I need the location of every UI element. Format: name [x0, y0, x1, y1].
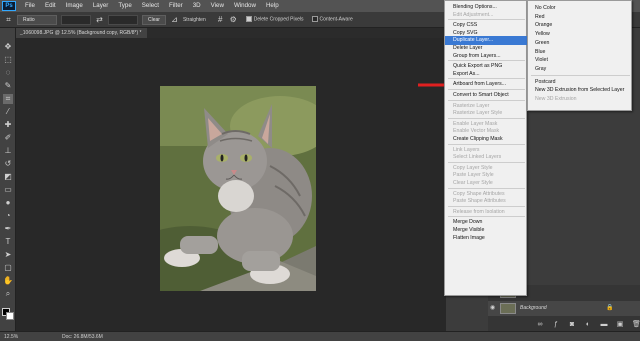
- photoshop-logo-icon: Ps: [2, 1, 16, 11]
- menu-separator: [448, 19, 525, 21]
- content-aware-checkbox[interactable]: [311, 16, 318, 23]
- move-tool-icon[interactable]: ✥: [3, 42, 13, 52]
- menu-separator: [448, 117, 525, 119]
- menu-filter[interactable]: Filter: [164, 0, 188, 12]
- mask-icon[interactable]: ◙: [568, 321, 576, 328]
- submenu-item-postcard[interactable]: Postcard: [528, 78, 633, 87]
- layer-row-background[interactable]: ◉ Background 🔒: [488, 301, 640, 316]
- menu-separator: [448, 161, 525, 163]
- cat-photo-drawing: [160, 86, 316, 291]
- menu-separator: [448, 143, 525, 145]
- ratio-width-input[interactable]: [61, 14, 91, 25]
- status-bar: 12.5% Doc: 26.8M/53.6M: [0, 331, 640, 341]
- gradient-tool-icon[interactable]: ▭: [3, 185, 13, 195]
- menu-image[interactable]: Image: [61, 0, 88, 12]
- adjustment-icon[interactable]: ◐: [584, 321, 592, 328]
- submenu-separator: [531, 74, 630, 76]
- zoom-tool-icon[interactable]: ⌕: [3, 289, 13, 299]
- submenu-item-red[interactable]: Red: [528, 13, 633, 22]
- layer-name: Background: [520, 305, 547, 311]
- submenu-item-no-color[interactable]: No Color: [528, 4, 633, 13]
- layer-thumbnail: [500, 303, 516, 314]
- clear-button[interactable]: Clear: [142, 14, 166, 25]
- document-tab-bar: _1060098.JPG @ 12.5% (Background copy, R…: [16, 28, 446, 38]
- crop-tool-icon[interactable]: ⌗: [3, 94, 13, 104]
- menu-separator: [448, 99, 525, 101]
- type-tool-icon[interactable]: T: [3, 237, 13, 247]
- submenu-item-green[interactable]: Green: [528, 39, 633, 48]
- rectangle-tool-icon[interactable]: ▢: [3, 263, 13, 273]
- trash-icon[interactable]: 🗑: [632, 320, 640, 328]
- quick-select-tool-icon[interactable]: ✎: [3, 81, 13, 91]
- marquee-tool-icon[interactable]: ⬚: [3, 55, 13, 65]
- menu-help[interactable]: Help: [261, 0, 284, 12]
- clone-stamp-tool-icon[interactable]: ⊥: [3, 146, 13, 156]
- menu-separator: [448, 89, 525, 90]
- tools-panel: ✥ ⬚ ◌ ✎ ⌗ ⁄ ✚ ✐ ⊥ ↺ ◩ ▭ ● ◔ ✒ T ➤ ▢ ✋ ⌕: [0, 28, 16, 331]
- document-info[interactable]: Doc: 26.8M/53.6M: [62, 332, 103, 341]
- menu-window[interactable]: Window: [229, 0, 261, 12]
- document-canvas[interactable]: [16, 38, 456, 331]
- zoom-level[interactable]: 12.5%: [4, 332, 18, 341]
- submenu-item-gray[interactable]: Gray: [528, 65, 633, 74]
- submenu-item-orange[interactable]: Orange: [528, 21, 633, 30]
- fx-icon[interactable]: ƒ: [552, 321, 560, 328]
- menu-separator: [448, 216, 525, 218]
- delete-cropped-checkbox[interactable]: [245, 16, 252, 23]
- eyedropper-tool-icon[interactable]: ⁄: [3, 107, 13, 117]
- link-icon[interactable]: ∞: [536, 321, 544, 328]
- menu-file[interactable]: File: [20, 0, 40, 12]
- ratio-height-input[interactable]: [108, 14, 138, 25]
- submenu-item-violet[interactable]: Violet: [528, 56, 633, 65]
- healing-brush-tool-icon[interactable]: ✚: [3, 120, 13, 130]
- menu-item-flatten-image[interactable]: Flatten Image: [445, 234, 528, 243]
- swap-icon[interactable]: ⇄: [95, 15, 104, 24]
- folder-icon[interactable]: ▬: [600, 321, 608, 328]
- menu-view[interactable]: View: [206, 0, 229, 12]
- content-aware-option[interactable]: Content-Aware: [311, 16, 353, 23]
- ratio-select[interactable]: Ratio: [17, 14, 57, 25]
- overlay-grid-icon[interactable]: #: [216, 15, 225, 24]
- menu-edit[interactable]: Edit: [40, 0, 61, 12]
- history-brush-tool-icon[interactable]: ↺: [3, 159, 13, 169]
- path-selection-tool-icon[interactable]: ➤: [3, 250, 13, 260]
- menu-separator: [448, 205, 525, 207]
- new-layer-icon[interactable]: ▣: [616, 320, 624, 328]
- menu-separator: [448, 60, 525, 62]
- lock-icon: 🔒: [606, 305, 614, 311]
- crop-tool-icon[interactable]: ⌗: [4, 15, 13, 24]
- brush-tool-icon[interactable]: ✐: [3, 133, 13, 143]
- menu-type[interactable]: Type: [113, 0, 136, 12]
- lasso-tool-icon[interactable]: ◌: [3, 68, 13, 78]
- menu-select[interactable]: Select: [137, 0, 164, 12]
- layers-footer: ∞ ƒ ◙ ◐ ▬ ▣ 🗑: [488, 317, 640, 331]
- background-color-swatch[interactable]: [6, 312, 14, 320]
- blur-tool-icon[interactable]: ●: [3, 198, 13, 208]
- straighten-label[interactable]: Straighten: [183, 17, 206, 23]
- submenu-item-new-3d-extrusion: New 3D Extrusion: [535, 96, 577, 102]
- color-submenu: No Color Red Orange Yellow Green Blue Violet Gr…: [527, 0, 632, 111]
- pen-tool-icon[interactable]: ✒: [3, 224, 13, 234]
- content-aware-label: Content-Aware: [319, 16, 353, 23]
- delete-cropped-option[interactable]: Delete Cropped Pixels: [245, 16, 304, 23]
- menu-layer[interactable]: Layer: [88, 0, 113, 12]
- submenu-item-new-3d-extrusion-from-selected-layer[interactable]: New 3D Extrusion from Selected Layer: [528, 86, 633, 95]
- delete-cropped-label: Delete Cropped Pixels: [253, 16, 304, 23]
- eye-icon[interactable]: ◉: [490, 304, 498, 312]
- menu-separator: [448, 187, 525, 189]
- menu-3d[interactable]: 3D: [188, 0, 206, 12]
- submenu-item-yellow[interactable]: Yellow: [528, 30, 633, 39]
- cat-photo-image: [160, 86, 316, 291]
- menu-separator: [448, 78, 525, 80]
- straighten-icon[interactable]: ⊿: [170, 15, 179, 24]
- hand-tool-icon[interactable]: ✋: [3, 276, 13, 286]
- document-tab[interactable]: _1060098.JPG @ 12.5% (Background copy, R…: [16, 28, 148, 38]
- layer-context-menu: Blending Options... Edit Adjustment... Cop…: [444, 0, 528, 296]
- dodge-tool-icon[interactable]: ◔: [3, 211, 13, 221]
- submenu-item-blue[interactable]: Blue: [528, 48, 633, 57]
- gear-icon[interactable]: ⚙: [229, 15, 238, 24]
- eraser-tool-icon[interactable]: ◩: [3, 172, 13, 182]
